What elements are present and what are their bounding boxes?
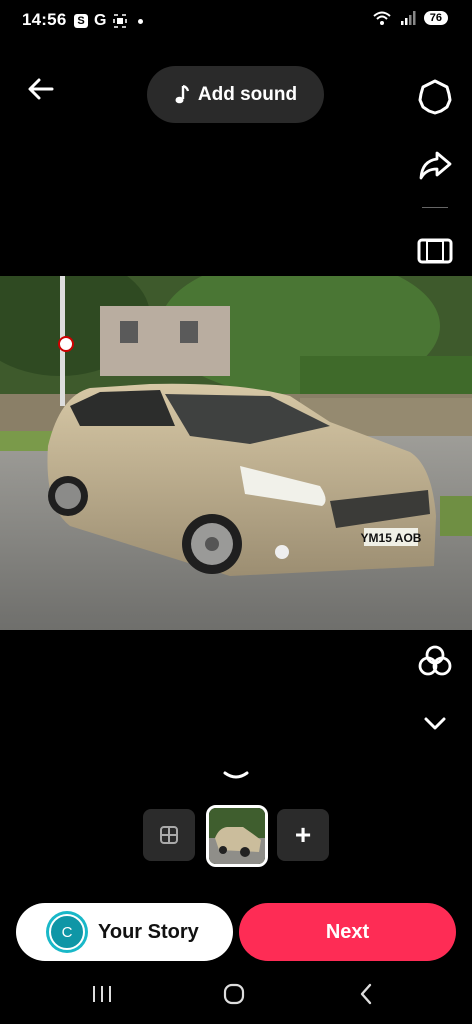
add-media-button[interactable]: + xyxy=(277,809,329,861)
system-back-button[interactable] xyxy=(346,980,386,1008)
selected-photo-thumbnail[interactable] xyxy=(206,805,268,867)
recent-apps-icon xyxy=(93,986,111,1002)
resize-button[interactable] xyxy=(416,232,454,270)
screen-icon xyxy=(113,14,128,28)
add-sound-label: Add sound xyxy=(197,83,298,105)
battery-indicator: 76 xyxy=(423,11,448,25)
wifi-icon xyxy=(373,11,391,25)
photo-canvas[interactable]: YM15 AOB xyxy=(0,276,472,630)
g-icon: G xyxy=(94,12,107,29)
share-arrow-icon xyxy=(419,151,452,180)
back-button[interactable] xyxy=(24,72,58,106)
status-notification-icons: S G xyxy=(74,12,144,30)
add-sound-button[interactable]: Add sound xyxy=(147,66,324,123)
chevron-left-icon xyxy=(360,983,372,1005)
more-tools-button[interactable] xyxy=(416,704,454,742)
status-system-icons: 76 xyxy=(372,10,448,26)
dot-icon xyxy=(138,18,144,24)
music-note-icon xyxy=(175,84,190,103)
grid-layout-button[interactable] xyxy=(143,809,195,861)
avatar: C xyxy=(46,911,88,953)
settings-icon xyxy=(418,79,452,115)
share-button[interactable] xyxy=(416,146,454,184)
home-icon xyxy=(223,983,245,1005)
grid-icon xyxy=(160,826,178,844)
your-story-button[interactable]: C Your Story xyxy=(16,903,233,961)
arrow-left-icon xyxy=(28,78,54,100)
chevron-down-icon xyxy=(223,771,249,779)
status-time: 14:56 xyxy=(22,10,67,29)
s-icon: S xyxy=(74,14,88,28)
settings-button[interactable] xyxy=(416,78,454,116)
next-button[interactable]: Next xyxy=(239,903,456,961)
tool-divider xyxy=(422,207,448,208)
svg-text:YM15 AOB: YM15 AOB xyxy=(361,531,422,545)
car-photo: YM15 AOB xyxy=(0,276,472,630)
filters-button[interactable] xyxy=(416,642,454,680)
collapse-carousel-button[interactable] xyxy=(222,768,250,784)
chevron-down-icon xyxy=(424,717,446,730)
avatar-letter: C xyxy=(49,914,85,950)
recent-apps-button[interactable] xyxy=(82,980,122,1008)
your-story-label: Your Story xyxy=(98,920,199,943)
home-button[interactable] xyxy=(214,980,254,1008)
aspect-ratio-icon xyxy=(417,238,453,264)
filters-icon xyxy=(418,645,452,676)
signal-icon xyxy=(400,11,416,25)
car-thumbnail xyxy=(209,808,265,864)
